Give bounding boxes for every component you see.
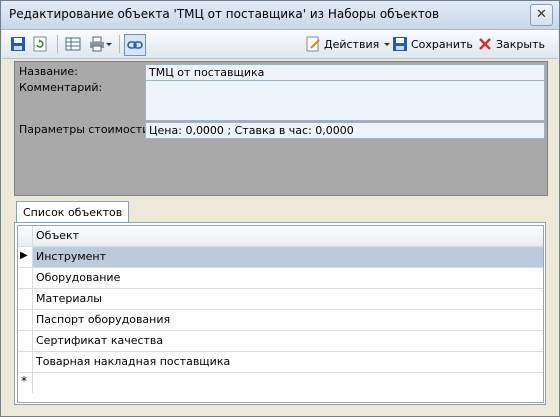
name-row: Название: ТМЦ от поставщика [17, 64, 545, 81]
close-label: Закрыть [496, 37, 545, 51]
window-title: Редактирование объекта 'ТМЦ от поставщик… [9, 7, 440, 21]
new-row-marker: * [21, 374, 27, 388]
grid-header-row: Объект [18, 226, 543, 247]
floppy-icon [393, 37, 407, 51]
row-header[interactable] [18, 352, 33, 372]
grid-view-button[interactable] [65, 35, 81, 53]
close-button[interactable]: Закрыть [477, 35, 545, 53]
chevron-down-icon [106, 43, 112, 46]
save-icon-button[interactable] [10, 35, 26, 53]
link-toggle-button[interactable] [124, 34, 146, 56]
cost-caption: Параметры стоимости: [19, 123, 154, 136]
title-bar: Редактирование объекта 'ТМЦ от поставщик… [1, 1, 559, 30]
row-header[interactable] [18, 310, 33, 330]
print-button[interactable] [89, 35, 113, 53]
grid-cell[interactable]: Сертификат качества [33, 331, 543, 351]
new-row[interactable]: * [18, 373, 543, 393]
tab-page-object-list: Объект ▶ Инструмент Оборудование Материа… [14, 222, 546, 405]
chevron-down-icon [384, 43, 391, 46]
row-header[interactable]: ▶ [18, 247, 33, 267]
table-row[interactable]: ▶ Инструмент [18, 247, 543, 268]
toolbar-separator [119, 35, 120, 53]
current-row-arrow-icon: ▶ [20, 250, 28, 261]
grid-cell[interactable]: Оборудование [33, 268, 543, 288]
link-chain-icon [127, 41, 143, 49]
row-header[interactable]: * [18, 373, 33, 393]
row-header[interactable] [18, 268, 33, 288]
edit-object-window: Редактирование объекта 'ТМЦ от поставщик… [0, 0, 560, 417]
name-caption: Название: [19, 65, 78, 78]
grid-cell[interactable]: Товарная накладная поставщика [33, 352, 543, 372]
tab-strip: Список объектов [14, 201, 546, 223]
grid-cell[interactable]: Материалы [33, 289, 543, 309]
name-field[interactable]: ТМЦ от поставщика [145, 64, 545, 81]
floppy-icon [11, 37, 25, 51]
actions-icon [306, 36, 320, 52]
grid-cell[interactable]: Инструмент [33, 247, 543, 267]
grid-cell[interactable]: Паспорт оборудования [33, 310, 543, 330]
toolbar-separator [57, 35, 58, 53]
row-header-corner [18, 226, 33, 246]
column-header-object[interactable]: Объект [33, 226, 543, 246]
row-header[interactable] [18, 331, 33, 351]
refresh-button[interactable] [32, 35, 48, 53]
actions-menu-button[interactable]: Действия [305, 35, 392, 53]
objects-grid: Объект ▶ Инструмент Оборудование Материа… [17, 225, 544, 403]
table-row[interactable]: Сертификат качества [18, 331, 543, 352]
tab-object-list[interactable]: Список объектов [16, 201, 130, 223]
toolbar: Действия Сохранить Закрыть [2, 30, 558, 59]
table-row[interactable]: Материалы [18, 289, 543, 310]
object-properties-form: Название: ТМЦ от поставщика Комментарий:… [14, 61, 548, 196]
window-close-button[interactable]: ✕ [530, 4, 553, 26]
actions-label: Действия [324, 37, 380, 51]
table-row[interactable]: Товарная накладная поставщика [18, 352, 543, 373]
comment-caption: Комментарий: [19, 81, 103, 94]
cost-row: Параметры стоимости: Цена: 0,0000 ; Став… [17, 122, 545, 139]
new-row-cell[interactable] [33, 373, 543, 393]
close-icon [479, 38, 491, 50]
save-button[interactable]: Сохранить [392, 35, 473, 53]
table-row[interactable]: Паспорт оборудования [18, 310, 543, 331]
table-row[interactable]: Оборудование [18, 268, 543, 289]
refresh-icon [33, 36, 47, 52]
save-label: Сохранить [411, 37, 473, 51]
printer-icon [90, 36, 104, 52]
comment-field[interactable] [145, 80, 545, 121]
cost-field[interactable]: Цена: 0,0000 ; Ставка в час: 0,0000 [145, 122, 545, 139]
comment-row: Комментарий: [17, 80, 545, 121]
row-header[interactable] [18, 289, 33, 309]
table-grid-icon [65, 37, 81, 51]
